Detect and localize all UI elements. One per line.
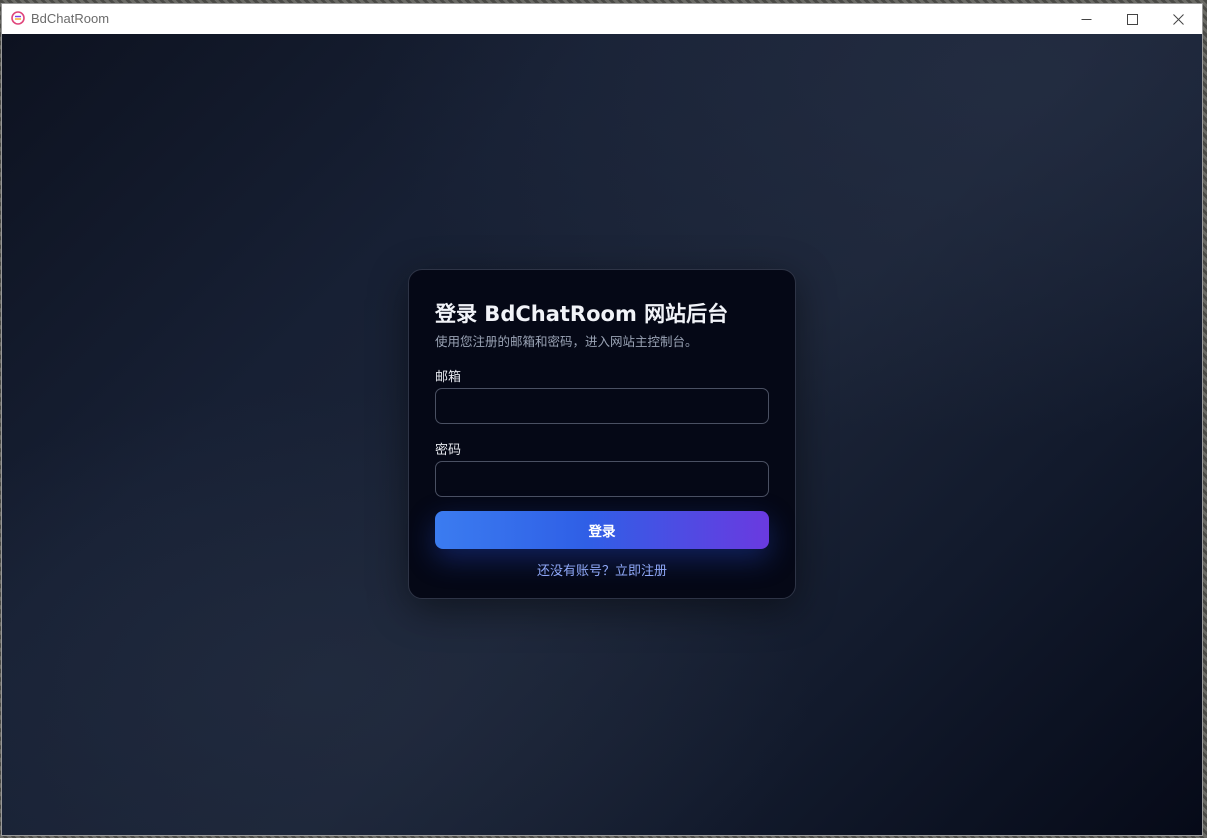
password-label: 密码 xyxy=(435,443,462,458)
password-input[interactable] xyxy=(435,461,769,497)
app-window: BdChatRoom 登录 BdChatRoom 网站后台 使用您注册的邮箱和密… xyxy=(2,4,1202,835)
maximize-button[interactable] xyxy=(1109,4,1155,34)
register-link[interactable]: 还没有账号？立即注册 xyxy=(409,560,795,579)
main-content: 登录 BdChatRoom 网站后台 使用您注册的邮箱和密码，进入网站主控制台。… xyxy=(2,34,1202,835)
maximize-icon xyxy=(1126,13,1138,25)
chat-logo-icon xyxy=(11,11,25,25)
login-title: 登录 BdChatRoom 网站后台 xyxy=(435,302,729,326)
login-card: 登录 BdChatRoom 网站后台 使用您注册的邮箱和密码，进入网站主控制台。… xyxy=(408,269,796,599)
close-icon xyxy=(1172,13,1184,25)
minimize-icon xyxy=(1081,18,1091,20)
login-subtitle: 使用您注册的邮箱和密码，进入网站主控制台。 xyxy=(435,334,698,349)
window-title: BdChatRoom xyxy=(31,11,110,26)
close-button[interactable] xyxy=(1155,4,1201,34)
email-input[interactable] xyxy=(435,388,769,424)
email-label: 邮箱 xyxy=(435,370,462,385)
title-bar[interactable]: BdChatRoom xyxy=(2,4,1202,34)
minimize-button[interactable] xyxy=(1063,4,1109,34)
login-button[interactable]: 登录 xyxy=(435,511,769,549)
